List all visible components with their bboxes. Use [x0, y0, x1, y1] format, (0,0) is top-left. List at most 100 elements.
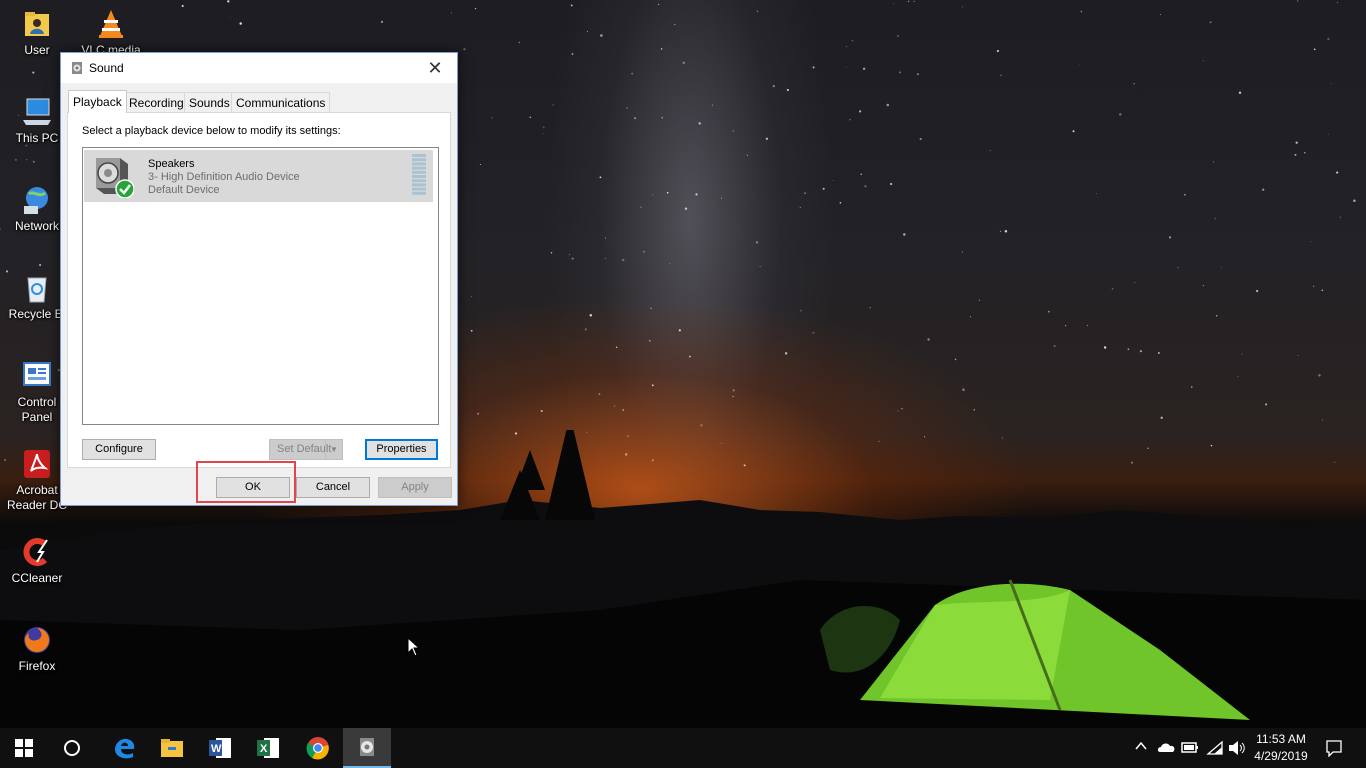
onedrive-icon[interactable]: [1156, 740, 1176, 757]
star: [1313, 48, 1316, 51]
instruction-text: Select a playback device below to modify…: [82, 125, 341, 137]
action-center-icon[interactable]: [1325, 739, 1343, 760]
clock-time: 11:53 AM: [1256, 732, 1306, 746]
star: [1080, 10, 1083, 13]
star: [1214, 217, 1216, 220]
star: [1312, 285, 1315, 287]
star: [380, 20, 384, 23]
star: [759, 266, 761, 268]
configure-button[interactable]: Configure: [82, 439, 156, 460]
star: [897, 410, 899, 412]
taskbar-excel[interactable]: X: [244, 728, 292, 768]
apply-button[interactable]: Apply: [378, 477, 452, 498]
star: [589, 313, 593, 317]
star: [1202, 285, 1204, 287]
ccleaner-icon: [21, 536, 53, 568]
desktop-icon-vlc[interactable]: VLC media: [74, 8, 148, 58]
star: [859, 110, 862, 113]
dialog-title-bar[interactable]: Sound ✕: [61, 53, 457, 83]
star: [913, 0, 915, 2]
battery-icon[interactable]: [1181, 740, 1199, 757]
sound-dialog: Sound ✕ Playback Recording Sounds Commun…: [60, 52, 458, 506]
star: [1265, 403, 1268, 406]
star: [839, 201, 842, 204]
star: [1238, 91, 1242, 94]
chevron-up-icon[interactable]: [1134, 739, 1148, 756]
star: [239, 22, 242, 25]
close-button[interactable]: ✕: [413, 53, 457, 83]
desktop-icon-user[interactable]: User: [0, 8, 74, 58]
star: [658, 3, 660, 5]
tab-playback[interactable]: Playback: [68, 90, 127, 113]
device-list[interactable]: Speakers 3- High Definition Audio Device…: [82, 147, 439, 425]
star: [1336, 171, 1339, 174]
wifi-icon[interactable]: [1206, 740, 1224, 759]
desktop-icon-firefox[interactable]: Firefox: [0, 624, 74, 674]
cortana-icon: [64, 740, 80, 756]
desktop-icon-ccleaner[interactable]: CCleaner: [0, 536, 74, 586]
star: [682, 61, 685, 64]
star: [890, 182, 893, 186]
star: [1262, 188, 1265, 191]
star: [1321, 289, 1324, 292]
start-button[interactable]: [0, 728, 48, 768]
star: [901, 408, 903, 410]
tab-recording[interactable]: Recording: [124, 92, 189, 112]
star: [695, 193, 698, 196]
recycle-bin-icon: [21, 272, 53, 304]
star: [227, 0, 230, 3]
star: [1212, 161, 1215, 163]
star: [518, 41, 521, 44]
star: [1133, 83, 1135, 85]
star: [1304, 151, 1306, 154]
star: [1330, 82, 1332, 85]
star: [978, 299, 981, 302]
star: [954, 358, 957, 361]
star: [26, 159, 28, 161]
star: [661, 117, 663, 119]
star: [999, 230, 1002, 232]
taskbar-clock[interactable]: 11:53 AM 4/29/2019: [1245, 731, 1317, 765]
star: [1321, 419, 1324, 421]
taskbar-sound[interactable]: [343, 728, 391, 768]
tab-sounds[interactable]: Sounds: [184, 92, 235, 112]
chevron-down-icon[interactable]: ▼: [325, 440, 342, 459]
taskbar-edge[interactable]: [100, 728, 148, 768]
clock-date: 4/29/2019: [1254, 749, 1308, 763]
star: [1000, 74, 1002, 76]
level-meter-segment: [412, 179, 426, 183]
star: [755, 241, 759, 244]
star: [845, 66, 847, 68]
sound-icon: [72, 62, 82, 74]
star: [584, 328, 587, 331]
volume-icon[interactable]: [1228, 740, 1246, 759]
star: [812, 66, 815, 69]
star: [1065, 325, 1067, 327]
star: [786, 88, 789, 92]
star: [1255, 289, 1259, 293]
level-meter-segment: [412, 158, 426, 162]
taskbar-chrome[interactable]: [294, 728, 342, 768]
speaker-icon: [96, 158, 134, 198]
star: [1310, 241, 1312, 243]
properties-button[interactable]: Properties: [365, 439, 438, 460]
cancel-button[interactable]: Cancel: [296, 477, 370, 498]
device-name: Speakers: [148, 158, 195, 170]
star: [552, 104, 554, 106]
taskbar-file-explorer[interactable]: [148, 728, 196, 768]
star: [1297, 0, 1299, 2]
star: [772, 84, 775, 88]
taskbar-word[interactable]: W: [196, 728, 244, 768]
star: [451, 12, 453, 14]
tab-communications[interactable]: Communications: [231, 92, 331, 112]
star: [800, 309, 802, 312]
star: [893, 3, 895, 5]
star: [962, 388, 965, 391]
set-default-button[interactable]: Set Default ▼: [269, 439, 343, 460]
star: [860, 173, 862, 175]
star: [586, 31, 588, 33]
device-item-speakers[interactable]: Speakers 3- High Definition Audio Device…: [84, 150, 433, 202]
playback-panel: Select a playback device below to modify…: [67, 112, 451, 468]
cortana-button[interactable]: [48, 728, 96, 768]
star: [600, 34, 603, 37]
